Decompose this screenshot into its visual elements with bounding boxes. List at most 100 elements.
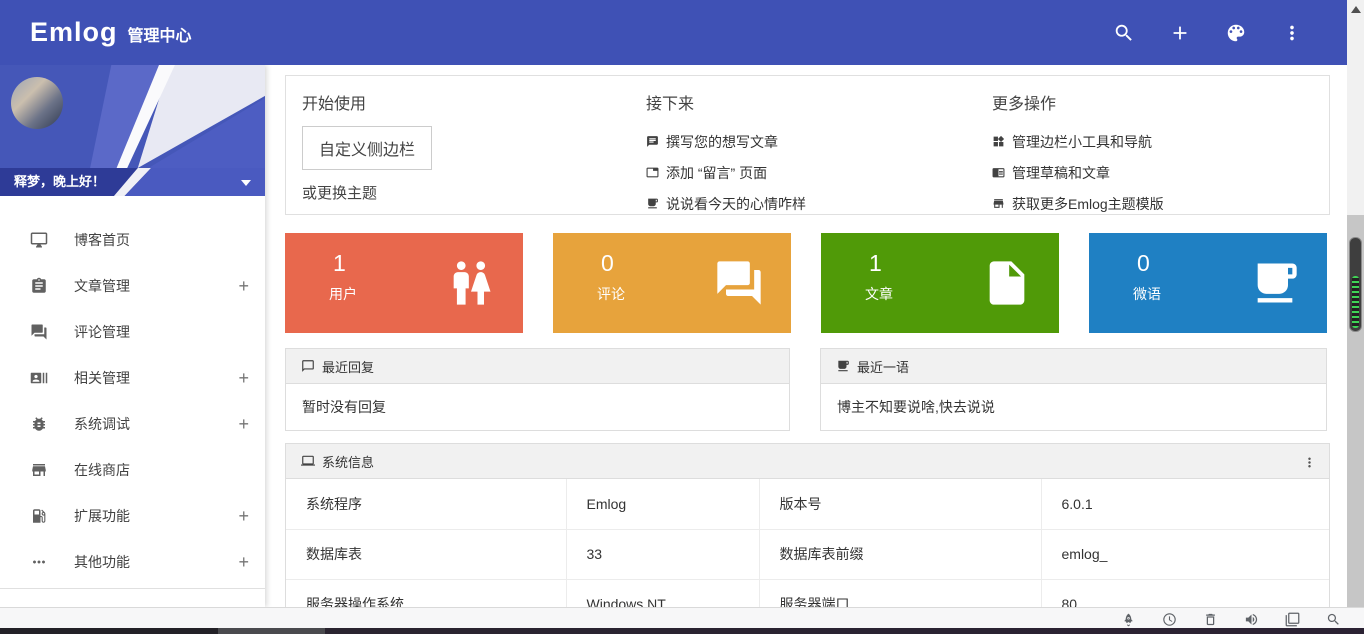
get-themes-link[interactable]: 获取更多Emlog主题模版: [992, 188, 1322, 219]
sidebar-item-articles[interactable]: 文章管理 +: [0, 263, 265, 309]
app-header: Emlog 管理中心: [0, 0, 1364, 65]
welcome-col-title: 接下来: [646, 90, 976, 114]
sidebar-item-related[interactable]: 相关管理 +: [0, 355, 265, 401]
panel-body-text: 博主不知要说啥,快去说说: [821, 384, 1326, 430]
stat-label: 评论: [597, 284, 625, 304]
taskbar-edge: [0, 628, 1364, 634]
sidebar-item-other[interactable]: 其他功能 +: [0, 539, 265, 585]
link-label: 添加 “留言” 页面: [666, 163, 767, 183]
stat-cards: 1 用户 0 评论 1 文章 0 微语: [285, 233, 1330, 333]
sidebar-item-label: 评论管理: [74, 322, 130, 342]
stat-card-users[interactable]: 1 用户: [285, 233, 523, 333]
widgets-icon: [992, 135, 1005, 148]
avatar[interactable]: [11, 77, 63, 129]
stat-value: 0: [601, 250, 614, 277]
sidebar-item-extensions[interactable]: 扩展功能 +: [0, 493, 265, 539]
manage-widgets-link[interactable]: 管理边栏小工具和导航: [992, 126, 1322, 157]
computer-icon: [301, 454, 315, 468]
change-theme-link[interactable]: 或更换主题: [302, 182, 632, 203]
panel-title: 最近回复: [322, 357, 374, 376]
desktop-icon: [30, 231, 48, 249]
system-info-panel: 系统信息 系统程序 Emlog 版本号 6.0.1 数据库表 33 数据库表前缀…: [285, 443, 1330, 607]
post-mood-link[interactable]: 说说看今天的心情咋样: [646, 188, 976, 219]
chevron-down-icon: [241, 180, 251, 186]
panel-body-text: 暂时没有回复: [286, 384, 789, 430]
sidebar-item-label: 扩展功能: [74, 506, 130, 526]
page-icon: [646, 166, 659, 179]
sidebar-item-comments[interactable]: 评论管理: [0, 309, 265, 355]
link-label: 管理边栏小工具和导航: [1012, 132, 1152, 152]
table-cell: 服务器端口: [759, 579, 1041, 607]
table-row: 数据库表 33 数据库表前缀 emlog_: [286, 529, 1329, 579]
stat-card-twitter[interactable]: 0 微语: [1089, 233, 1327, 333]
table-cell: Windows NT: [566, 579, 759, 607]
sidebar-menu: 博客首页 文章管理 + 评论管理 相关管理 + 系统调试 + 在线商店 扩展功能: [0, 217, 265, 585]
bug-icon: [30, 415, 48, 433]
scroll-up-arrow-icon[interactable]: [1351, 6, 1361, 13]
logo-text: Emlog: [30, 17, 118, 48]
add-icon[interactable]: [1168, 21, 1192, 45]
history-icon[interactable]: [1161, 611, 1178, 628]
system-info-table: 系统程序 Emlog 版本号 6.0.1 数据库表 33 数据库表前缀 emlo…: [286, 479, 1329, 607]
panel-header: 最近回复: [286, 349, 789, 384]
sidebar-item-label: 博客首页: [74, 230, 130, 250]
panel-title: 系统信息: [322, 452, 374, 471]
table-cell: 数据库表: [286, 529, 566, 579]
panel-title: 最近一语: [857, 357, 909, 376]
rocket-icon[interactable]: [1120, 611, 1137, 628]
sidebar-item-label: 其他功能: [74, 552, 130, 572]
table-row: 系统程序 Emlog 版本号 6.0.1: [286, 479, 1329, 529]
sidebar-item-blog-home[interactable]: 博客首页: [0, 217, 265, 263]
panel-header: 最近一语: [821, 349, 1326, 384]
trash-icon[interactable]: [1202, 611, 1219, 628]
table-cell: 数据库表前缀: [759, 529, 1041, 579]
more-horiz-icon: [30, 553, 48, 571]
clipboard-icon: [30, 277, 48, 295]
extension-icon: [30, 507, 48, 525]
stat-value: 0: [1137, 250, 1150, 277]
recent-replies-panel: 最近回复 暂时没有回复: [285, 348, 790, 431]
sidebar-item-label: 系统调试: [74, 414, 130, 434]
profile-banner: [0, 65, 265, 168]
volume-icon[interactable]: [1243, 611, 1260, 628]
write-article-link[interactable]: 撰写您的想写文章: [646, 126, 976, 157]
zoom-icon[interactable]: [1325, 611, 1342, 628]
greeting-dropdown[interactable]: 释梦，晚上好！: [0, 168, 265, 196]
main-content: 开始使用 自定义侧边栏 或更换主题 接下来 撰写您的想写文章 添加 “留言” 页…: [265, 65, 1347, 607]
link-label: 获取更多Emlog主题模版: [1012, 194, 1164, 214]
table-cell: 33: [566, 529, 759, 579]
table-cell: emlog_: [1041, 529, 1329, 579]
sidebar-divider: [0, 588, 265, 589]
manage-drafts-link[interactable]: 管理草稿和文章: [992, 157, 1322, 188]
stat-card-comments[interactable]: 0 评论: [553, 233, 791, 333]
search-icon[interactable]: [1112, 21, 1136, 45]
customize-sidebar-button[interactable]: 自定义侧边栏: [302, 126, 432, 170]
expand-plus-icon: +: [238, 263, 249, 309]
stat-value: 1: [869, 250, 882, 277]
stat-label: 用户: [329, 284, 357, 304]
cup-small-icon: [836, 359, 850, 373]
palette-icon[interactable]: [1224, 21, 1248, 45]
sidebar-item-debug[interactable]: 系统调试 +: [0, 401, 265, 447]
browser-bottom-bar: [0, 607, 1364, 628]
cup-small-icon: [646, 197, 659, 210]
people-icon: [445, 257, 497, 309]
scrollbar-thumb[interactable]: [1349, 237, 1362, 332]
app-logo[interactable]: Emlog 管理中心: [30, 17, 192, 48]
contacts-card-icon: [30, 369, 48, 387]
stat-card-articles[interactable]: 1 文章: [821, 233, 1059, 333]
store-icon: [30, 461, 48, 479]
comments-icon: [713, 257, 765, 309]
stat-value: 1: [333, 250, 346, 277]
panel-menu-icon[interactable]: [1299, 452, 1319, 472]
welcome-col-title: 开始使用: [302, 90, 632, 114]
sidebar-item-label: 相关管理: [74, 368, 130, 388]
sidebar-item-label: 在线商店: [74, 460, 130, 480]
add-page-link[interactable]: 添加 “留言” 页面: [646, 157, 976, 188]
table-row: 服务器操作系统 Windows NT 服务器端口 80: [286, 579, 1329, 607]
recent-twitter-panel: 最近一语 博主不知要说啥,快去说说: [820, 348, 1327, 431]
window-icon[interactable]: [1284, 611, 1301, 628]
sidebar-item-store[interactable]: 在线商店: [0, 447, 265, 493]
expand-plus-icon: +: [238, 493, 249, 539]
more-vert-icon[interactable]: [1280, 21, 1304, 45]
